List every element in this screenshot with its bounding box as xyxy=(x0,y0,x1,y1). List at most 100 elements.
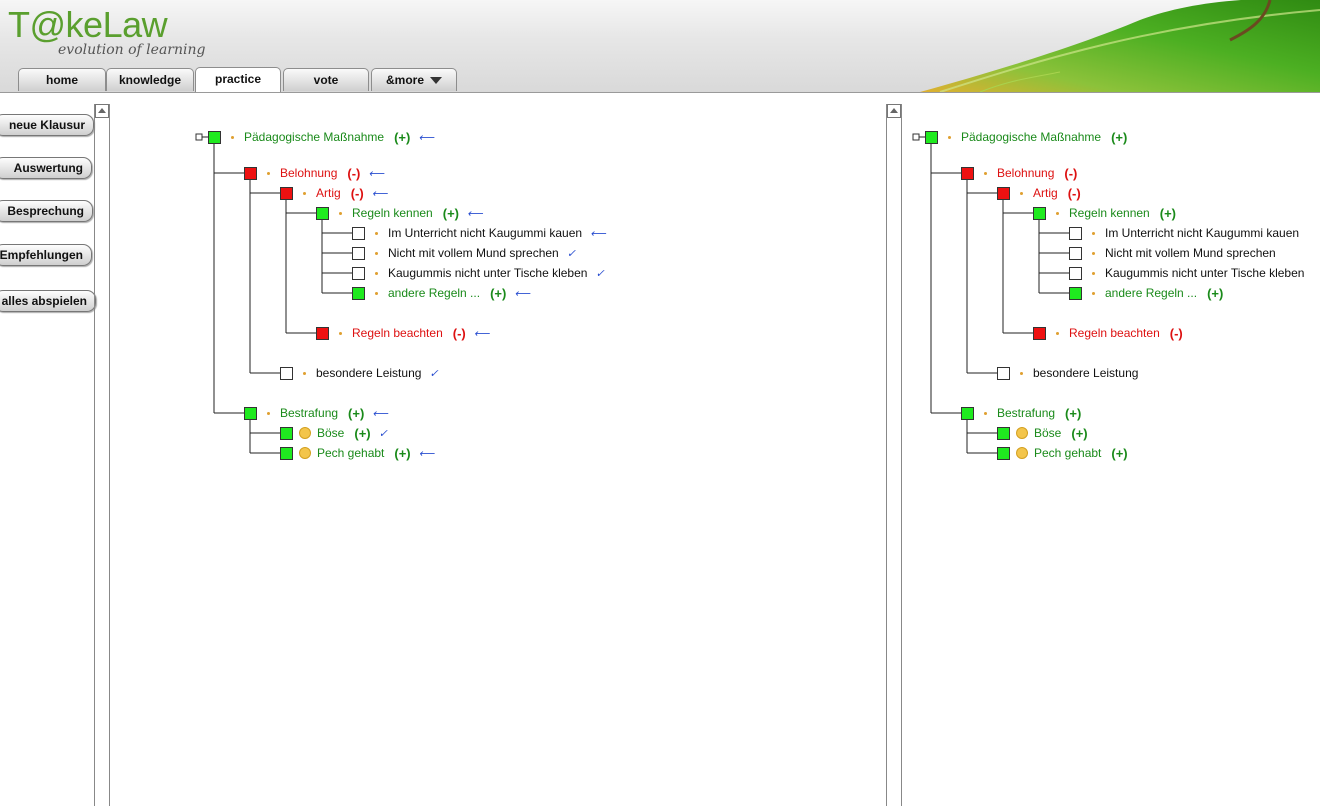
tree-node[interactable]: Bestrafung (+) ⟵ xyxy=(244,403,388,423)
alles-abspielen-button[interactable]: alles abspielen xyxy=(0,290,96,312)
white-status-box[interactable] xyxy=(352,226,365,240)
neue-klausur-label: neue Klausur xyxy=(8,118,85,132)
green-status-box[interactable] xyxy=(925,130,938,144)
besprechung-button[interactable]: Besprechung xyxy=(0,200,93,222)
red-status-box[interactable] xyxy=(997,186,1010,200)
red-status-box[interactable] xyxy=(316,326,329,340)
tree-node[interactable]: Belohnung (-) ⟵ xyxy=(244,163,384,183)
white-status-box[interactable] xyxy=(1069,266,1082,280)
tree-node[interactable]: Böse (+) ✓ xyxy=(280,423,388,443)
node-label: Pädagogische Maßnahme xyxy=(244,130,385,144)
tree-node[interactable]: Pädagogische Maßnahme (+) xyxy=(925,127,1127,147)
green-status-box[interactable] xyxy=(280,446,293,460)
tree-node[interactable]: Pädagogische Maßnahme (+) ⟵ xyxy=(208,127,434,147)
tree-node[interactable]: Regeln kennen (+) ⟵ xyxy=(316,203,483,223)
bullet-icon xyxy=(267,171,270,175)
tree-node[interactable]: Im Unterricht nicht Kaugummi kauen ⟵ xyxy=(352,223,606,243)
node-sign: (+) xyxy=(442,205,459,221)
bullet-icon xyxy=(984,171,987,175)
tab-knowledge[interactable]: knowledge xyxy=(106,68,194,91)
white-status-box[interactable] xyxy=(352,266,365,280)
white-status-box[interactable] xyxy=(280,366,293,380)
green-status-box[interactable] xyxy=(352,286,365,300)
tree-node[interactable]: besondere Leistung ✓ xyxy=(280,363,439,383)
panel-divider-right xyxy=(886,104,887,806)
expand-toggle-icon[interactable] xyxy=(912,133,920,141)
bullet-icon xyxy=(1020,191,1023,195)
tree-node[interactable]: Bestrafung (+) xyxy=(961,403,1081,423)
tree-node[interactable]: Artig (-) xyxy=(997,183,1081,203)
green-status-box[interactable] xyxy=(961,406,974,420)
right-tree-panel: Pädagogische Maßnahme (+) Belohnung (-) Arti… xyxy=(912,0,1320,806)
tree-node[interactable]: andere Regeln ... (+) ⟵ xyxy=(352,283,530,303)
node-label: andere Regeln ... xyxy=(1105,286,1198,300)
panel-divider-left-inner xyxy=(109,104,110,806)
app-logo[interactable]: T@keLaw xyxy=(8,4,168,46)
node-label: Pädagogische Maßnahme xyxy=(961,130,1102,144)
auswertung-button[interactable]: Auswertung xyxy=(0,157,92,179)
green-status-box[interactable] xyxy=(208,130,221,144)
tree-node[interactable]: besondere Leistung xyxy=(997,363,1138,383)
node-sign: (+) xyxy=(1207,285,1224,301)
node-label: Nicht mit vollem Mund sprechen xyxy=(388,246,559,260)
node-label: Bestrafung xyxy=(997,406,1056,420)
tree-node[interactable]: Böse (+) xyxy=(997,423,1088,443)
tree-node[interactable]: Pech gehabt (+) xyxy=(997,443,1128,463)
tree-node[interactable]: Belohnung (-) xyxy=(961,163,1077,183)
tree-node[interactable]: Kaugummis nicht unter Tische kleben ✓ xyxy=(352,263,605,283)
tree-node[interactable]: andere Regeln ... (+) xyxy=(1069,283,1223,303)
annotation-mark: ✓ xyxy=(566,247,576,260)
tree-node[interactable]: Pech gehabt (+) ⟵ xyxy=(280,443,434,463)
tree-node[interactable]: Nicht mit vollem Mund sprechen ✓ xyxy=(352,243,576,263)
bullet-icon xyxy=(1092,271,1095,275)
red-status-box[interactable] xyxy=(280,186,293,200)
green-status-box[interactable] xyxy=(280,426,293,440)
bullet-icon xyxy=(948,135,951,139)
collapse-left-panel-button[interactable] xyxy=(95,104,109,118)
annotation-mark: ⟵ xyxy=(466,207,483,220)
neue-klausur-button[interactable]: neue Klausur xyxy=(0,114,94,136)
node-label: Artig xyxy=(1033,186,1058,200)
node-sign: (-) xyxy=(1064,165,1078,181)
red-status-box[interactable] xyxy=(244,166,257,180)
annotation-mark: ✓ xyxy=(429,367,439,380)
green-status-box[interactable] xyxy=(1033,206,1046,220)
annotation-mark: ✓ xyxy=(595,267,605,280)
node-sign: (+) xyxy=(1065,405,1082,421)
node-label: Böse xyxy=(1034,426,1062,440)
green-status-box[interactable] xyxy=(316,206,329,220)
expand-toggle-icon[interactable] xyxy=(195,133,203,141)
yellow-circle-icon xyxy=(1016,447,1028,459)
green-status-box[interactable] xyxy=(997,426,1010,440)
panel-divider-left xyxy=(94,104,95,806)
red-status-box[interactable] xyxy=(961,166,974,180)
tree-node[interactable]: Nicht mit vollem Mund sprechen xyxy=(1069,243,1276,263)
white-status-box[interactable] xyxy=(997,366,1010,380)
white-status-box[interactable] xyxy=(1069,226,1082,240)
node-sign: (+) xyxy=(394,445,411,461)
collapse-right-panel-button[interactable] xyxy=(887,104,901,118)
red-status-box[interactable] xyxy=(1033,326,1046,340)
tree-node[interactable]: Regeln beachten (-) xyxy=(1033,323,1183,343)
white-status-box[interactable] xyxy=(1069,246,1082,260)
white-status-box[interactable] xyxy=(352,246,365,260)
tree-node[interactable]: Im Unterricht nicht Kaugummi kauen xyxy=(1069,223,1299,243)
tree-node[interactable]: Regeln kennen (+) xyxy=(1033,203,1176,223)
green-status-box[interactable] xyxy=(997,446,1010,460)
green-status-box[interactable] xyxy=(1069,286,1082,300)
bullet-icon xyxy=(231,135,234,139)
tree-node[interactable]: Kaugummis nicht unter Tische kleben xyxy=(1069,263,1304,283)
bullet-icon xyxy=(1092,251,1095,255)
green-status-box[interactable] xyxy=(244,406,257,420)
tab-home[interactable]: home xyxy=(18,68,106,91)
annotation-mark: ⟵ xyxy=(418,131,435,144)
node-label: Regeln kennen xyxy=(1069,206,1150,220)
tree-node[interactable]: Regeln beachten (-) ⟵ xyxy=(316,323,490,343)
panel-divider-right-inner xyxy=(901,104,902,806)
tree-node[interactable]: Artig (-) ⟵ xyxy=(280,183,387,203)
node-label: Im Unterricht nicht Kaugummi kauen xyxy=(1105,226,1300,240)
node-sign: (+) xyxy=(1111,445,1128,461)
bullet-icon xyxy=(1092,291,1095,295)
empfehlungen-button[interactable]: Empfehlungen xyxy=(0,244,92,266)
node-label: Belohnung xyxy=(280,166,338,180)
